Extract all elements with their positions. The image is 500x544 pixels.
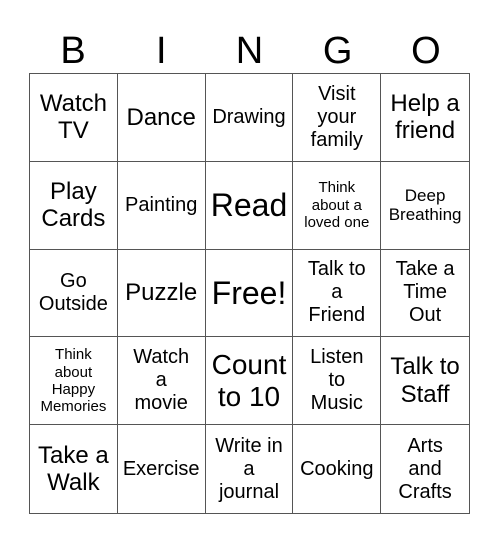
bingo-cell[interactable]: Write in a journal xyxy=(206,425,294,513)
bingo-cell[interactable]: Think about Happy Memories xyxy=(30,337,118,426)
bingo-cell[interactable]: Talk to a Friend xyxy=(293,249,382,338)
bingo-cell[interactable]: Take a Time Out xyxy=(381,250,469,338)
header-letter-g: G xyxy=(322,30,353,72)
bingo-cell[interactable]: Think about a loved one xyxy=(293,161,382,250)
header-letter-i: I xyxy=(156,30,167,72)
bingo-cell[interactable]: Visit your family xyxy=(293,74,382,162)
bingo-cell[interactable]: Help a friend xyxy=(381,74,469,162)
bingo-cell[interactable]: Arts and Crafts xyxy=(381,425,469,513)
bingo-cell[interactable]: Talk to Staff xyxy=(381,337,469,426)
bingo-cell[interactable]: Read xyxy=(205,161,294,250)
bingo-cell[interactable]: Watch TV xyxy=(30,74,118,162)
bingo-cell[interactable]: Painting xyxy=(117,161,206,250)
bingo-cell[interactable]: Listen to Music xyxy=(293,337,382,426)
bingo-cell[interactable]: Watch a movie xyxy=(117,337,206,426)
bingo-cell[interactable]: Exercise xyxy=(118,425,206,513)
bingo-cell[interactable]: Play Cards xyxy=(30,161,118,250)
header-letter-o: O xyxy=(411,30,441,72)
header-letter-n: N xyxy=(235,30,264,72)
bingo-cell[interactable]: Deep Breathing xyxy=(381,162,469,250)
bingo-cell[interactable]: Count to 10 xyxy=(205,337,294,426)
bingo-card-grid: Watch TV Dance Drawing Visit your family… xyxy=(29,73,470,514)
free-space[interactable]: Free! xyxy=(205,249,294,338)
bingo-cell[interactable]: Puzzle xyxy=(117,249,206,338)
bingo-cell[interactable]: Cooking xyxy=(293,425,382,513)
bingo-cell[interactable]: Drawing xyxy=(205,74,294,162)
bingo-cell[interactable]: Take a Walk xyxy=(30,425,118,513)
bingo-header: B I N G O xyxy=(29,30,470,72)
header-letter-b: B xyxy=(60,30,86,72)
bingo-cell[interactable]: Dance xyxy=(117,74,206,162)
bingo-cell[interactable]: Go Outside xyxy=(30,249,118,338)
